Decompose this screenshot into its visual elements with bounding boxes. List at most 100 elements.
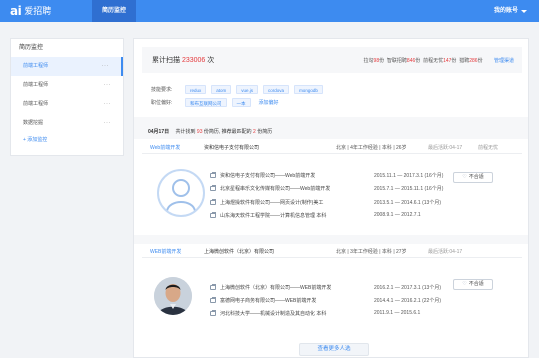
channel-count: 286 — [469, 58, 478, 64]
load-more-button[interactable]: 查看更多人选 — [299, 343, 369, 356]
candidate-meta: 北京 | 3年工作经验 | 本科 | 27岁 — [336, 249, 407, 255]
more-options-icon[interactable]: ··· — [104, 114, 112, 133]
channel-name: 猎聘 — [459, 58, 470, 64]
skills-filter-label: 技能要求: — [151, 86, 173, 93]
summary-top-count: 2 — [253, 129, 256, 135]
channel-unit: 份 — [477, 58, 483, 64]
sidebar: 简历监控 前端工程师 ··· 前端工程师 ··· 前端工程师 ··· 数据挖掘 … — [10, 38, 124, 156]
chevron-down-icon — [521, 9, 527, 13]
not-suitable-button[interactable]: ♡ 不合适 — [453, 172, 493, 183]
graduation-cap-icon — [210, 310, 216, 316]
candidate-photo — [154, 277, 192, 315]
skill-tag[interactable]: redux — [185, 84, 207, 94]
last-active: 最后活跃:04-17 — [428, 145, 463, 151]
sidebar-title: 简历监控 — [19, 45, 44, 51]
source-channel: 前程无忧 — [478, 145, 499, 151]
position-tag[interactable]: 和布互联网公司 — [185, 97, 227, 107]
job-tag[interactable]: Web前端开发 — [150, 144, 180, 151]
briefcase-icon — [210, 185, 216, 191]
sidebar-item-monitor[interactable]: 前端工程师 ··· — [11, 76, 123, 95]
scan-total-count: 233006 — [181, 57, 206, 64]
logo-mark: ai — [10, 4, 22, 18]
account-label: 我的账号 — [493, 8, 518, 14]
section-divider — [134, 235, 528, 244]
job-tag[interactable]: WEB前端开发 — [150, 248, 181, 255]
channel-count: 846 — [406, 58, 416, 64]
scan-total-unit: 次 — [207, 57, 215, 64]
summary-text: 份简历, 推荐最匹配的 — [203, 129, 252, 135]
not-suitable-button[interactable]: ♡ 不合适 — [453, 279, 493, 290]
experience-dates: 2014.4.1 — 2016.2.1 (22个月) — [374, 298, 441, 304]
experience-text: 富德网电子商务有限公司——WEB前端开发 — [220, 298, 317, 304]
daily-summary: 04月17日 共计找到 93 份简历, 推荐最匹配的 2 份简历 — [148, 128, 272, 135]
candidate-card-header[interactable]: Web前端开发 资和信电子支付有限公司 北京 | 4年工作经验 | 本科 | 2… — [142, 141, 522, 154]
experience-dates: 2016.2.1 — 2017.3.1 (13个月) — [374, 285, 441, 291]
experience-dates: 2015.7.1 — 2015.11.1 (16个月) — [374, 186, 444, 192]
heart-icon: ♡ — [462, 281, 467, 287]
sidebar-item-label: 前端工程师 — [23, 82, 49, 88]
sidebar-item-monitor[interactable]: 前端工程师 ··· — [11, 95, 123, 114]
experience-item: 上海煜操软件有限公司——网页设计(制作)美工 2013.5.1 — 2014.6… — [210, 198, 520, 209]
position-filter-label: 职位偏好: — [151, 99, 173, 106]
channel-unit: 份 — [379, 58, 385, 64]
more-options-icon[interactable]: ··· — [104, 95, 112, 114]
skill-tag[interactable]: atom — [211, 84, 232, 94]
experience-item: 富德网电子商务有限公司——WEB前端开发 2014.4.1 — 2016.2.1… — [210, 296, 520, 307]
candidate-card-header[interactable]: WEB前端开发 上海微创软件（北京）有限公司 北京 | 3年工作经验 | 本科 … — [142, 245, 522, 258]
experience-dates: 2015.11.1 — 2017.3.1 (16个月) — [374, 173, 444, 179]
sidebar-item-monitor[interactable]: 前端工程师 ··· — [11, 57, 123, 76]
main-panel: 累计扫描 233006 次 拉勾98份 智联招聘846份 前程无忧147份 猎聘… — [133, 38, 529, 358]
candidate-company: 资和信电子支付有限公司 — [204, 145, 260, 151]
education-dates: 2008.9.1 — 2012.7.1 — [374, 212, 421, 218]
scan-stats-bar: 累计扫描 233006 次 拉勾98份 智联招聘846份 前程无忧147份 猎聘… — [142, 47, 522, 73]
not-suitable-label: 不合适 — [468, 281, 484, 287]
briefcase-icon — [210, 172, 216, 178]
more-options-icon[interactable]: ··· — [104, 76, 112, 95]
default-avatar-icon — [157, 169, 205, 217]
skills-filter-row: 技能要求: redux atom vue.js cordova mongodb — [151, 84, 328, 94]
position-filter-row: 职位偏好: 和布互联网公司 一本 添加偏好 — [151, 97, 279, 107]
sidebar-item-label: 前端工程师 — [23, 101, 49, 107]
summary-count: 93 — [196, 129, 203, 135]
briefcase-icon — [210, 199, 216, 205]
tab-resume-monitor[interactable]: 简历监控 — [92, 0, 136, 22]
experience-text: 上海煜操软件有限公司——网页设计(制作)美工 — [220, 200, 324, 206]
experience-text: 上海微创软件（北京）有限公司——WEB前端开发 — [220, 285, 332, 291]
scan-total-label: 累计扫描 — [152, 57, 180, 64]
top-navigation-bar: ai 爱招聘 简历监控 我的账号 — [0, 0, 539, 22]
manage-channels-link[interactable]: 管理渠道 — [494, 58, 514, 64]
briefcase-icon — [210, 284, 216, 290]
sidebar-item-monitor[interactable]: 数据挖掘 ··· — [11, 114, 123, 133]
position-tag[interactable]: 一本 — [231, 97, 251, 107]
heart-icon: ♡ — [462, 174, 467, 180]
channel-name: 前程无忧 — [423, 58, 444, 64]
scan-total: 累计扫描 233006 次 — [152, 55, 214, 65]
account-menu[interactable]: 我的账号 — [494, 0, 527, 22]
candidate-company: 上海微创软件（北京）有限公司 — [204, 249, 275, 255]
add-monitor-link[interactable]: + 添加监控 — [11, 133, 123, 147]
not-suitable-label: 不合适 — [468, 174, 484, 180]
channel-unit: 份 — [415, 58, 421, 64]
summary-text: 份简历 — [257, 129, 273, 135]
more-options-icon[interactable]: ··· — [102, 57, 110, 76]
summary-date: 04月17日 — [148, 129, 170, 135]
add-preference-link[interactable]: 添加偏好 — [259, 99, 279, 106]
channel-name: 智联招聘 — [386, 58, 407, 64]
experience-item: 北京星程串乐文化传媒有限公司——Web前端开发 2015.7.1 — 2015.… — [210, 184, 520, 195]
channel-counts: 拉勾98份 智联招聘846份 前程无忧147份 猎聘286份 管理渠道 — [364, 57, 514, 64]
skill-tag[interactable]: vue.js — [236, 84, 259, 94]
candidate-meta: 北京 | 4年工作经验 | 本科 | 26岁 — [336, 145, 407, 151]
last-active: 最后活跃:04-17 — [428, 249, 463, 255]
skill-tag[interactable]: cordova — [263, 84, 290, 94]
experience-text: 资和信电子支付有限公司——Web前端开发 — [220, 173, 316, 179]
logo[interactable]: ai 爱招聘 — [10, 4, 51, 18]
experience-text: 北京星程串乐文化传媒有限公司——Web前端开发 — [220, 186, 331, 192]
logo-text: 爱招聘 — [24, 6, 52, 16]
experience-dates: 2013.5.1 — 2014.6.1 (13个月) — [374, 200, 441, 206]
summary-text: 共计找到 — [175, 129, 196, 135]
skill-tag[interactable]: mongodb — [294, 84, 323, 94]
sidebar-item-label: 前端工程师 — [23, 63, 49, 69]
education-item: 山东海天软件工程学院——计算机信息管理 本科 2008.9.1 — 2012.7… — [210, 211, 520, 222]
education-text: 山东海天软件工程学院——计算机信息管理 本科 — [220, 213, 327, 219]
education-text: 河北科技大学——机械设计制造及其自动化 本科 — [220, 311, 327, 317]
